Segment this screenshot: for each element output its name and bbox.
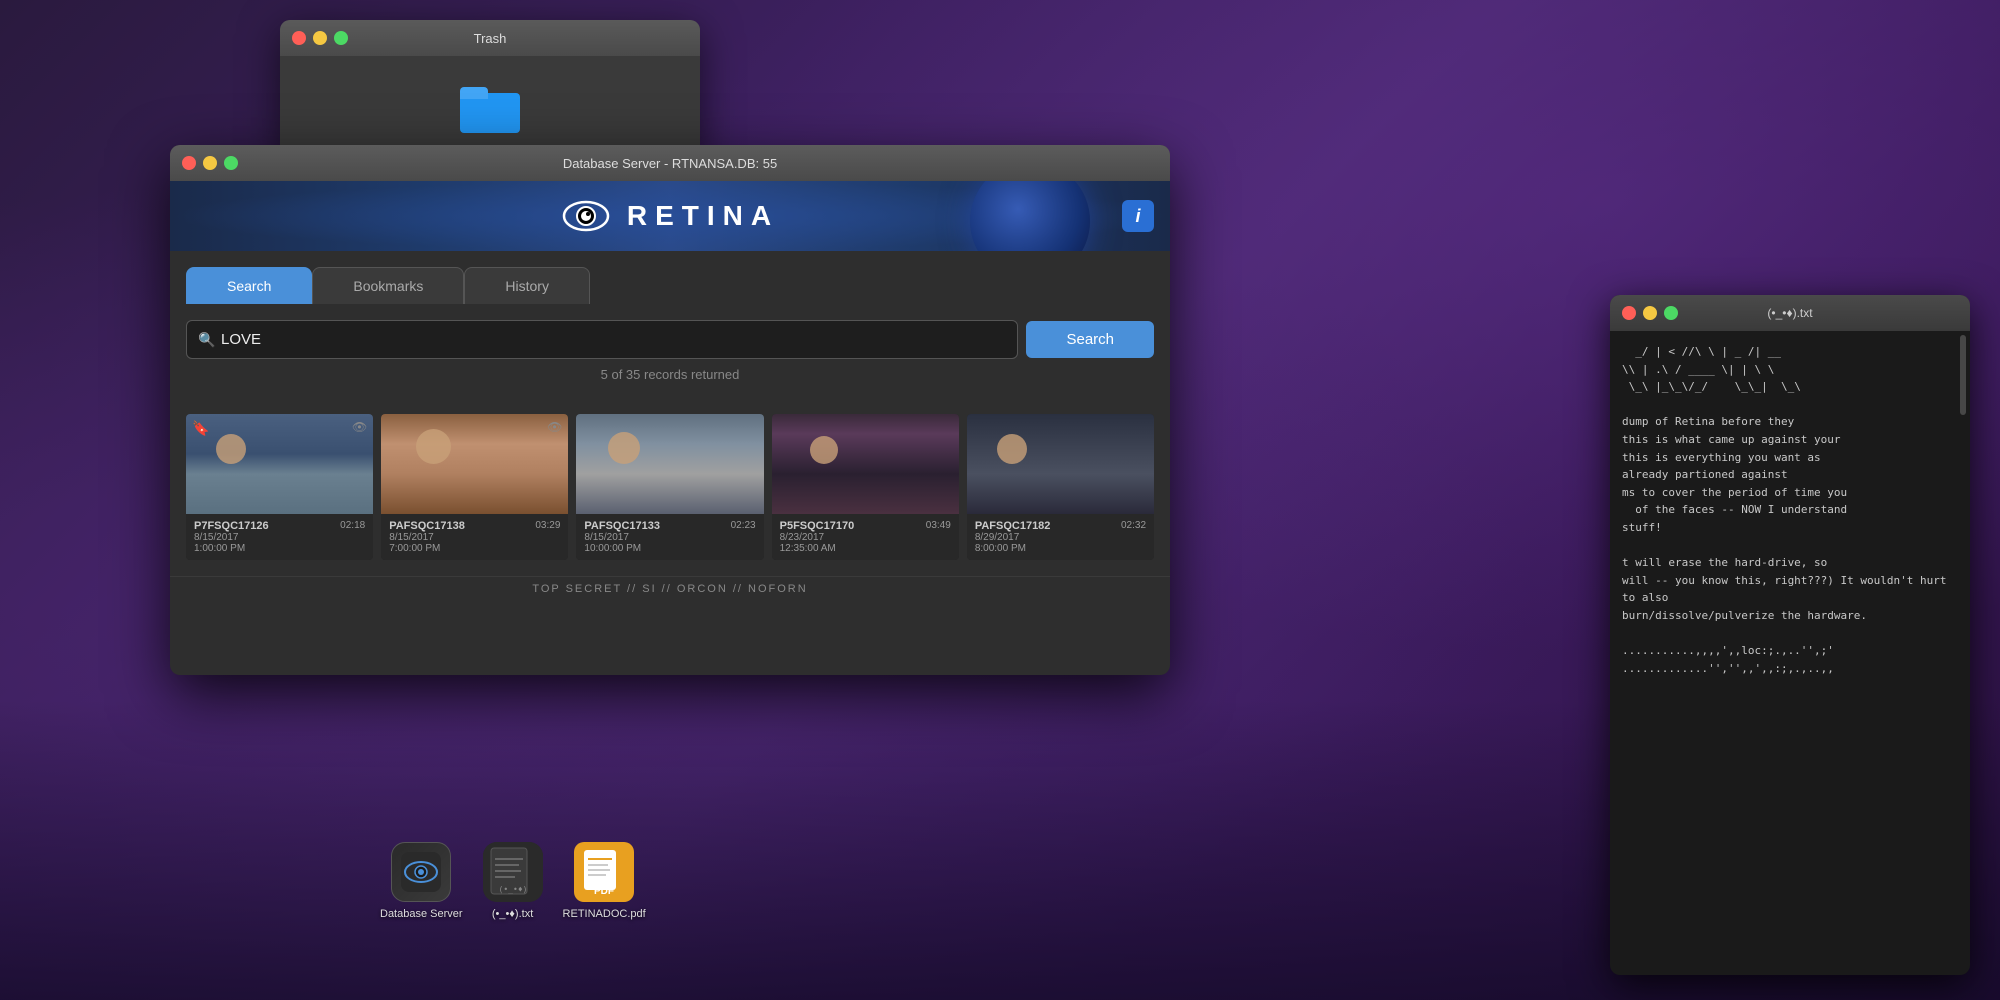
tab-bookmarks[interactable]: Bookmarks: [312, 267, 464, 304]
video-card-0[interactable]: 🔖 👁 02:18 P7FSQC17126 8/15/2017 1:00:00 …: [186, 414, 373, 560]
svg-text:(•_•♦): (•_•♦): [498, 885, 527, 894]
txt-file-icon: (•_•♦): [483, 842, 543, 902]
trash-minimize-button[interactable]: [313, 31, 327, 45]
video-date-2: 8/15/2017 10:00:00 PM: [584, 532, 755, 554]
editor-scrollbar[interactable]: [1960, 335, 1966, 975]
video-date-0: 8/15/2017 1:00:00 PM: [194, 532, 365, 554]
trash-titlebar: Trash: [280, 20, 700, 56]
person-face: [216, 434, 246, 464]
text-editor-text: _/ | < //\ \ | _ /| __ \\ | .\ / ____ \|…: [1622, 343, 1958, 677]
db-traffic-lights: [182, 156, 238, 170]
editor-close-button[interactable]: [1622, 306, 1636, 320]
svg-text:PDF: PDF: [594, 886, 614, 897]
db-eye-icon: [401, 852, 441, 892]
video-date-4: 8/29/2017 8:00:00 PM: [975, 532, 1146, 554]
retina-globe: [970, 181, 1090, 251]
video-duration-3: 03:49: [926, 520, 951, 531]
database-server-window: Database Server - RTNANSA.DB: 55 RETINA …: [170, 145, 1170, 675]
retina-brand-name: RETINA: [627, 200, 779, 232]
video-duration-4: 02:32: [1121, 520, 1146, 531]
retina-eye-logo: [561, 191, 611, 241]
video-card-1[interactable]: 👁 03:29 PAFSQC17138 8/15/2017 7:00:00 PM: [381, 414, 568, 560]
video-thumb-3: [772, 414, 959, 514]
person-face: [997, 434, 1027, 464]
search-icon: 🔍: [198, 331, 215, 348]
text-editor-window: (•_•♦).txt _/ | < //\ \ | _ /| __ \\ | .…: [1610, 295, 1970, 975]
dock-area: Database Server (•_•♦) (•_•♦).txt: [380, 842, 646, 920]
video-thumb-1: 👁: [381, 414, 568, 514]
tab-history[interactable]: History: [464, 267, 590, 304]
video-card-4[interactable]: 02:32 PAFSQC17182 8/29/2017 8:00:00 PM: [967, 414, 1154, 560]
video-thumb-4: [967, 414, 1154, 514]
trash-maximize-button[interactable]: [334, 31, 348, 45]
video-thumb-2: [576, 414, 763, 514]
video-duration-1: 03:29: [535, 520, 560, 531]
editor-traffic-lights: [1622, 306, 1678, 320]
text-editor-titlebar: (•_•♦).txt: [1610, 295, 1970, 331]
tab-search[interactable]: Search: [186, 267, 312, 304]
search-button[interactable]: Search: [1026, 321, 1154, 358]
video-info-1: 03:29 PAFSQC17138 8/15/2017 7:00:00 PM: [381, 514, 568, 560]
db-close-button[interactable]: [182, 156, 196, 170]
trash-window-title: Trash: [474, 31, 507, 46]
folder-icon: [460, 83, 520, 133]
text-editor-content: _/ | < //\ \ | _ /| __ \\ | .\ / ____ \|…: [1610, 331, 1970, 975]
retina-brand: RETINA: [561, 191, 779, 241]
eye-icon: 👁: [547, 420, 562, 434]
results-count: 5 of 35 records returned: [186, 359, 1154, 390]
dock-icon-txt: (•_•♦): [483, 842, 543, 902]
search-row: 🔍 Search: [186, 320, 1154, 359]
dock-label-txt: (•_•♦).txt: [492, 908, 533, 920]
video-info-2: 02:23 PAFSQC17133 8/15/2017 10:00:00 PM: [576, 514, 763, 560]
dock-icon-db: [391, 842, 451, 902]
video-info-0: 02:18 P7FSQC17126 8/15/2017 1:00:00 PM: [186, 514, 373, 560]
db-titlebar: Database Server - RTNANSA.DB: 55: [170, 145, 1170, 181]
db-minimize-button[interactable]: [203, 156, 217, 170]
pdf-file-icon: PDF: [574, 842, 634, 902]
search-area: 🔍 Search 5 of 35 records returned: [170, 304, 1170, 406]
db-maximize-button[interactable]: [224, 156, 238, 170]
eye-icon: 👁: [352, 420, 367, 434]
person-face: [810, 436, 838, 464]
trash-window: Trash: [280, 20, 700, 160]
info-button[interactable]: i: [1122, 200, 1154, 232]
video-date-3: 8/23/2017 12:35:00 AM: [780, 532, 951, 554]
person-face: [416, 429, 451, 464]
traffic-lights: [292, 31, 348, 45]
video-grid: 🔖 👁 02:18 P7FSQC17126 8/15/2017 1:00:00 …: [170, 406, 1170, 576]
video-info-4: 02:32 PAFSQC17182 8/29/2017 8:00:00 PM: [967, 514, 1154, 560]
video-thumb-0: 🔖 👁: [186, 414, 373, 514]
editor-scroll-thumb: [1960, 335, 1966, 415]
dock-item-txt[interactable]: (•_•♦) (•_•♦).txt: [483, 842, 543, 920]
dock-item-pdf[interactable]: PDF RETINADOC.pdf: [563, 842, 646, 920]
trash-close-button[interactable]: [292, 31, 306, 45]
dock-icon-pdf: PDF: [574, 842, 634, 902]
bookmark-icon: 🔖: [192, 420, 209, 437]
video-card-3[interactable]: 03:49 P5FSQC17170 8/23/2017 12:35:00 AM: [772, 414, 959, 560]
dock-item-database-server[interactable]: Database Server: [380, 842, 463, 920]
video-duration-0: 02:18: [340, 520, 365, 531]
person-face: [608, 432, 640, 464]
editor-maximize-button[interactable]: [1664, 306, 1678, 320]
video-card-2[interactable]: 02:23 PAFSQC17133 8/15/2017 10:00:00 PM: [576, 414, 763, 560]
classification-bar: TOP SECRET // SI // ORCON // NOFORN: [170, 576, 1170, 601]
video-info-3: 03:49 P5FSQC17170 8/23/2017 12:35:00 AM: [772, 514, 959, 560]
db-window-title: Database Server - RTNANSA.DB: 55: [563, 156, 777, 171]
search-input-wrap: 🔍: [186, 320, 1018, 359]
video-date-1: 8/15/2017 7:00:00 PM: [389, 532, 560, 554]
editor-minimize-button[interactable]: [1643, 306, 1657, 320]
video-duration-2: 02:23: [731, 520, 756, 531]
dock-label-database-server: Database Server: [380, 908, 463, 920]
text-editor-title: (•_•♦).txt: [1767, 306, 1812, 320]
tabs-bar: Search Bookmarks History: [170, 251, 1170, 304]
dock-label-pdf: RETINADOC.pdf: [563, 908, 646, 920]
retina-header: RETINA i: [170, 181, 1170, 251]
search-input[interactable]: [186, 320, 1018, 359]
